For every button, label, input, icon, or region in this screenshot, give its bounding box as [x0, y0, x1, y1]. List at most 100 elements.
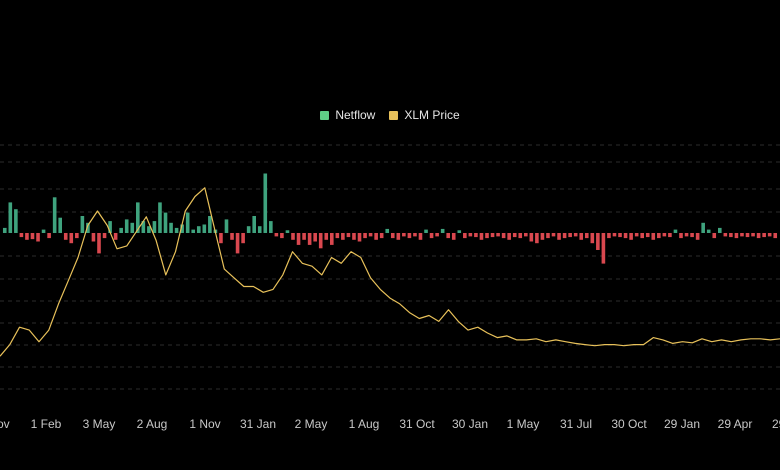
netflow-bar	[424, 229, 428, 233]
x-tick-label: 2 Aug	[137, 417, 168, 431]
netflow-bar	[557, 233, 561, 240]
netflow-bar	[235, 233, 240, 254]
netflow-bar	[14, 209, 18, 233]
netflow-bar	[402, 233, 406, 237]
netflow-bar	[501, 233, 506, 239]
netflow-bar	[751, 233, 755, 237]
x-tick-label: 3 May	[83, 417, 116, 431]
netflow-bar	[618, 233, 622, 238]
netflow-bar	[252, 216, 256, 233]
netflow-bar	[468, 233, 473, 237]
chart: Netflow XLM Price 1 Nov1 Feb3 May2 Aug1 …	[0, 0, 780, 470]
x-tick-label: 30 Jan	[452, 417, 488, 431]
netflow-bar	[518, 233, 523, 239]
netflow-bar	[524, 233, 528, 237]
netflow-bar	[396, 233, 401, 240]
netflow-bar	[152, 221, 157, 233]
netflow-bar	[379, 233, 384, 239]
netflow-bar	[2, 227, 7, 233]
x-tick-label: 29 Apr	[718, 417, 753, 431]
netflow-bar	[662, 233, 667, 237]
netflow-bar	[435, 233, 439, 237]
netflow-bar	[185, 212, 190, 233]
netflow-bar	[102, 233, 107, 239]
netflow-bar	[590, 233, 595, 244]
x-tick-label: 1 May	[507, 417, 540, 431]
netflow-bar	[668, 233, 672, 238]
netflow-bar	[335, 233, 340, 239]
netflow-bar	[546, 233, 550, 239]
netflow-bar	[280, 233, 284, 239]
netflow-bar	[573, 233, 578, 237]
netflow-bar	[623, 233, 628, 239]
netflow-bar	[729, 233, 733, 238]
netflow-bar	[174, 227, 179, 233]
x-tick-label: 1 Aug	[349, 417, 380, 431]
plot-area: 1 Nov 1 Feb 3 May 2 Aug 1 Nov 31 Jan 2 May 1 Au…	[0, 144, 780, 431]
netflow-bar	[202, 224, 207, 233]
netflow-bar	[568, 233, 572, 238]
netflow-bar	[58, 217, 62, 233]
netflow-bar	[695, 233, 700, 240]
netflow-bar	[429, 233, 434, 239]
x-tick-label: 29 Jul	[772, 417, 780, 431]
netflow-bar	[30, 233, 35, 240]
netflow-bar	[535, 233, 539, 244]
netflow-bar	[97, 233, 101, 254]
netflow-bar	[446, 233, 450, 239]
netflow-bar	[712, 233, 717, 239]
netflow-bar	[496, 233, 500, 237]
netflow-bar	[756, 233, 761, 239]
netflow-bar	[91, 233, 96, 242]
netflow-bar	[385, 228, 390, 233]
netflow-bar	[485, 233, 489, 239]
netflow-bar	[651, 233, 656, 240]
netflow-bar	[773, 233, 778, 239]
netflow-bar	[463, 233, 467, 239]
x-tick-label: 30 Oct	[611, 417, 647, 431]
netflow-bar	[352, 233, 356, 240]
netflow-bar	[718, 227, 722, 233]
netflow-bar	[684, 233, 689, 237]
netflow-bar	[690, 233, 694, 238]
netflow-bar	[313, 233, 317, 242]
netflow-bar	[324, 233, 329, 240]
netflow-bar	[457, 230, 462, 233]
netflow-bar	[52, 197, 57, 233]
netflow-bar	[263, 173, 268, 233]
netflow-bar	[241, 233, 245, 244]
netflow-bar	[169, 222, 173, 233]
netflow-bar	[762, 233, 766, 238]
netflow-bar	[341, 233, 345, 240]
netflow-bar	[584, 233, 589, 239]
netflow-bar	[540, 233, 545, 240]
netflow-bar	[418, 233, 423, 240]
netflow-bar	[307, 233, 312, 245]
netflow-bar	[47, 233, 51, 239]
netflow-bar	[413, 233, 417, 237]
netflow-bar	[291, 233, 295, 240]
netflow-bar	[723, 233, 728, 237]
netflow-bar	[629, 233, 633, 240]
x-tick-label: 1 Nov	[0, 417, 10, 431]
netflow-bar	[69, 233, 74, 244]
netflow-bar	[734, 233, 739, 239]
netflow-bar	[25, 233, 29, 240]
netflow-bar	[474, 233, 478, 238]
netflow-bar	[451, 233, 456, 240]
netflow-bar	[63, 233, 68, 240]
netflow-bar	[673, 229, 678, 233]
netflow-bar	[330, 233, 334, 245]
netflow-bar	[246, 226, 251, 233]
netflow-bar	[357, 233, 362, 242]
netflow-bar	[363, 233, 367, 239]
netflow-bar	[640, 233, 644, 239]
netflow-bar	[612, 233, 617, 237]
netflow-bar	[507, 233, 511, 240]
netflow-bar	[390, 233, 395, 239]
netflow-bar	[113, 233, 118, 240]
netflow-bar	[230, 233, 234, 240]
netflow-bar	[196, 226, 201, 233]
netflow-bar	[346, 233, 351, 238]
netflow-bar	[579, 233, 584, 240]
